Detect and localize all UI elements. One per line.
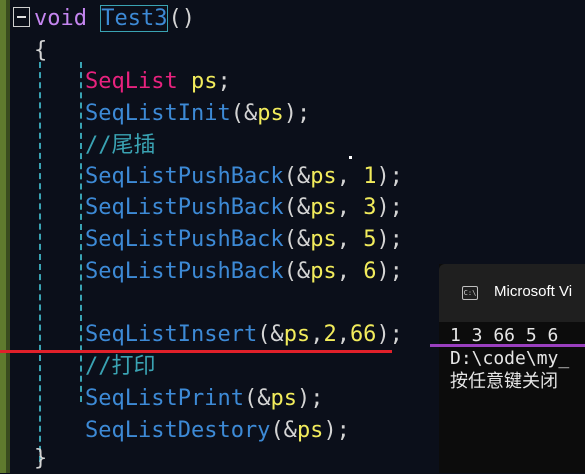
- code-line[interactable]: //尾插: [85, 131, 156, 161]
- code-token: SeqListDestory: [85, 418, 271, 443]
- code-token: //打印: [85, 354, 156, 379]
- change-indicator-bar-inner: [6, 0, 10, 473]
- console-window[interactable]: C:\ Microsoft Vi 1 3 66 5 6 D:\code\my_ …: [439, 264, 585, 473]
- code-token: ,: [336, 227, 364, 252]
- code-token: 66: [349, 322, 377, 347]
- code-token: SeqList: [85, 69, 178, 94]
- code-token: );: [296, 386, 324, 411]
- code-token: }: [34, 446, 48, 471]
- red-underline-annotation: [0, 350, 392, 353]
- code-token: ps: [270, 386, 297, 411]
- code-token: ps: [310, 164, 337, 189]
- code-token: );: [376, 195, 403, 220]
- code-token: 2: [323, 322, 337, 347]
- code-line[interactable]: SeqListPrint(&ps);: [85, 384, 323, 414]
- code-token: SeqListPushBack: [85, 164, 284, 189]
- code-token: Test3: [100, 5, 169, 32]
- code-token: ,: [336, 259, 364, 284]
- code-token: ,: [336, 322, 350, 347]
- code-line[interactable]: }: [34, 444, 47, 474]
- code-token: void: [34, 6, 87, 31]
- code-token: 5: [363, 227, 377, 252]
- code-token: );: [376, 227, 403, 252]
- console-titlebar[interactable]: C:\ Microsoft Vi: [439, 264, 585, 322]
- text-cursor: [349, 156, 352, 159]
- terminal-icon: C:\: [462, 286, 478, 300]
- code-line[interactable]: {: [34, 36, 47, 66]
- code-line[interactable]: SeqListPushBack(&ps, 6);: [85, 257, 403, 287]
- code-line[interactable]: SeqList ps;: [85, 67, 231, 97]
- console-output-line: 按任意键关闭: [450, 371, 558, 392]
- code-token: SeqListPrint: [85, 386, 244, 411]
- code-token: SeqListInsert: [85, 322, 258, 347]
- code-token: (&: [230, 101, 258, 126]
- code-token: (&: [283, 164, 311, 189]
- code-line[interactable]: SeqListPushBack(&ps, 1);: [85, 162, 403, 192]
- code-token: SeqListPushBack: [85, 227, 284, 252]
- code-token: ps: [257, 101, 284, 126]
- code-token: ps: [310, 195, 337, 220]
- code-line[interactable]: SeqListDestory(&ps);: [85, 416, 350, 446]
- code-token: );: [376, 259, 403, 284]
- code-token: {: [34, 38, 48, 63]
- code-line[interactable]: SeqListInit(&ps);: [85, 99, 310, 129]
- code-token: ps: [296, 418, 324, 443]
- code-line[interactable]: SeqListInsert(&ps,2,66);: [85, 320, 403, 350]
- console-title: Microsoft Vi: [494, 283, 573, 300]
- code-token: ps: [310, 227, 337, 252]
- code-token: );: [283, 101, 311, 126]
- code-token: ,: [336, 164, 364, 189]
- code-token: ;: [217, 69, 231, 94]
- code-token: SeqListInit: [85, 101, 231, 126]
- code-line[interactable]: void Test3(): [34, 4, 195, 34]
- code-token: 1: [363, 164, 377, 189]
- code-token: ,: [336, 195, 364, 220]
- collapse-icon[interactable]: [13, 7, 30, 27]
- code-token: 3: [363, 195, 377, 220]
- code-token: (&: [283, 195, 311, 220]
- code-token: (&: [243, 386, 271, 411]
- code-token: );: [376, 164, 403, 189]
- code-token: (&: [270, 418, 297, 443]
- code-token: );: [323, 418, 350, 443]
- console-output-line: D:\code\my_: [450, 348, 570, 369]
- code-token: SeqListPushBack: [85, 259, 284, 284]
- code-token: ,: [310, 322, 324, 347]
- code-token: (): [168, 6, 195, 31]
- code-line[interactable]: SeqListPushBack(&ps, 3);: [85, 193, 403, 223]
- code-token: 6: [363, 259, 377, 284]
- code-line[interactable]: //打印: [85, 352, 156, 382]
- code-token: ps: [190, 69, 218, 94]
- code-token: (&: [283, 259, 311, 284]
- code-token: ps: [310, 259, 337, 284]
- purple-underline-annotation: [430, 344, 585, 347]
- code-token: );: [376, 322, 403, 347]
- code-token: SeqListPushBack: [85, 195, 284, 220]
- code-token: (&: [283, 227, 311, 252]
- code-line[interactable]: SeqListPushBack(&ps, 5);: [85, 225, 403, 255]
- code-token: (&: [257, 322, 284, 347]
- indent-guide-outer: [39, 62, 41, 462]
- code-token: //尾插: [85, 133, 156, 158]
- code-token: ps: [283, 322, 311, 347]
